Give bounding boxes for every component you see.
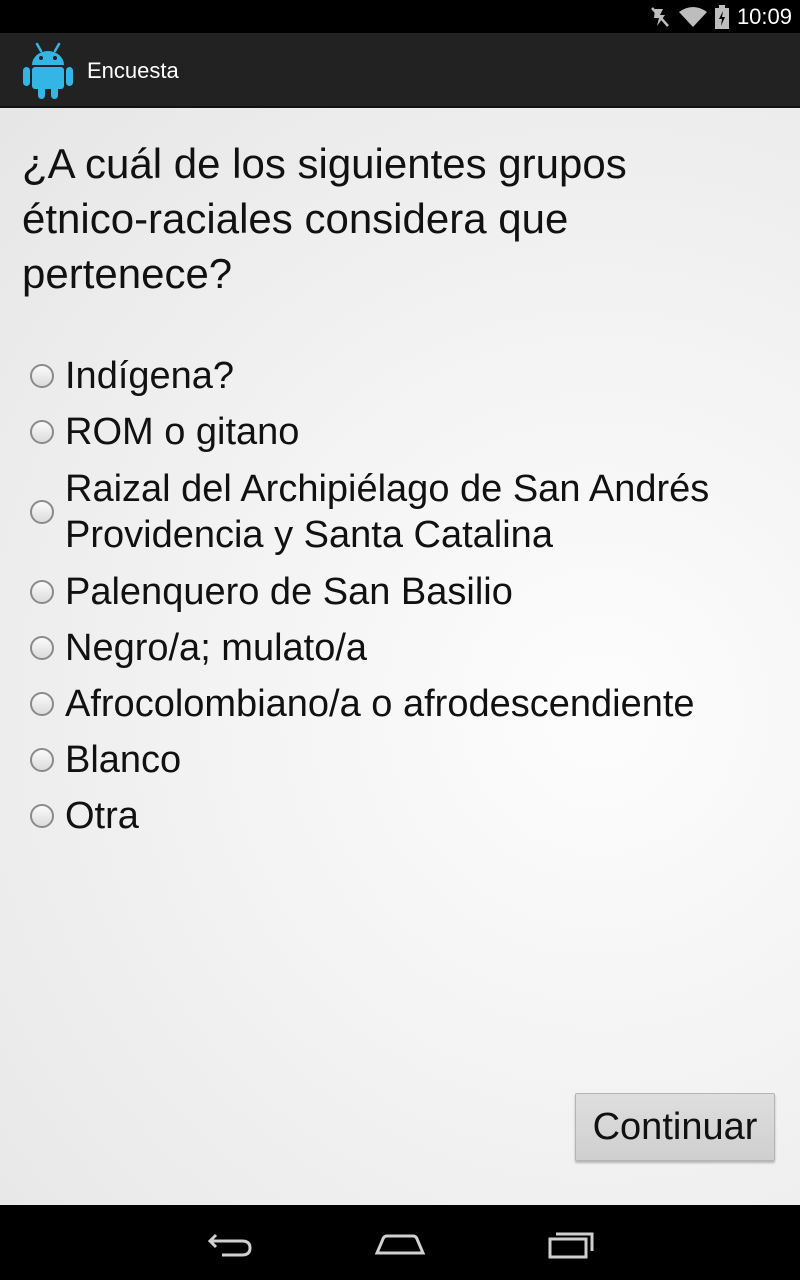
radio-button[interactable] (30, 580, 54, 604)
radio-option-afrocolombiano[interactable]: Afrocolombiano/a o afrodescendiente (30, 676, 790, 732)
radio-button[interactable] (30, 420, 54, 444)
radio-button[interactable] (30, 500, 54, 524)
radio-option-indigena[interactable]: Indígena? (30, 348, 790, 404)
back-icon[interactable] (202, 1225, 262, 1261)
app-title: Encuesta (87, 58, 179, 83)
survey-question: ¿A cuál de los siguientes grupos étnico-… (22, 140, 627, 297)
radio-label: ROM o gitano (65, 411, 300, 453)
radio-group: Indígena? ROM o gitano Raizal del Archip… (30, 348, 790, 844)
battery-charging-icon (714, 4, 729, 29)
radio-button[interactable] (30, 636, 54, 660)
radio-label: Negro/a; mulato/a (65, 627, 368, 669)
continue-button[interactable]: Continuar (575, 1093, 775, 1161)
wifi-icon (678, 6, 707, 27)
radio-option-raizal[interactable]: Raizal del Archipiélago de San Andrés Pr… (30, 460, 790, 564)
radio-button[interactable] (30, 748, 54, 772)
radio-label: Afrocolombiano/a o afrodescendiente (65, 683, 695, 725)
radio-label: Otra (65, 795, 139, 837)
action-bar: Encuesta (0, 33, 800, 108)
clock: 10:09 (736, 3, 792, 29)
survey-content: ¿A cuál de los siguientes grupos étnico-… (0, 108, 800, 1205)
radio-option-blanco[interactable]: Blanco (30, 732, 790, 788)
radio-button[interactable] (30, 364, 54, 388)
navigation-bar (0, 1205, 800, 1280)
radio-option-palenquero[interactable]: Palenquero de San Basilio (30, 564, 790, 620)
home-icon[interactable] (370, 1225, 430, 1261)
radio-label: Blanco (65, 739, 182, 781)
radio-option-rom[interactable]: ROM o gitano (30, 404, 790, 460)
radio-option-negro[interactable]: Negro/a; mulato/a (30, 620, 790, 676)
radio-label: Palenquero de San Basilio (65, 571, 513, 613)
radio-label: Indígena? (65, 355, 235, 397)
radio-button[interactable] (30, 692, 54, 716)
radio-button[interactable] (30, 804, 54, 828)
status-bar: 10:09 (0, 0, 800, 33)
status-icons: 10:09 (649, 0, 792, 33)
android-robot-icon[interactable] (22, 41, 74, 101)
recent-apps-icon[interactable] (540, 1225, 600, 1261)
radio-option-otra[interactable]: Otra (30, 788, 790, 844)
mute-icon (651, 6, 669, 27)
radio-label: Raizal del Archipiélago de San Andrés Pr… (65, 468, 710, 556)
